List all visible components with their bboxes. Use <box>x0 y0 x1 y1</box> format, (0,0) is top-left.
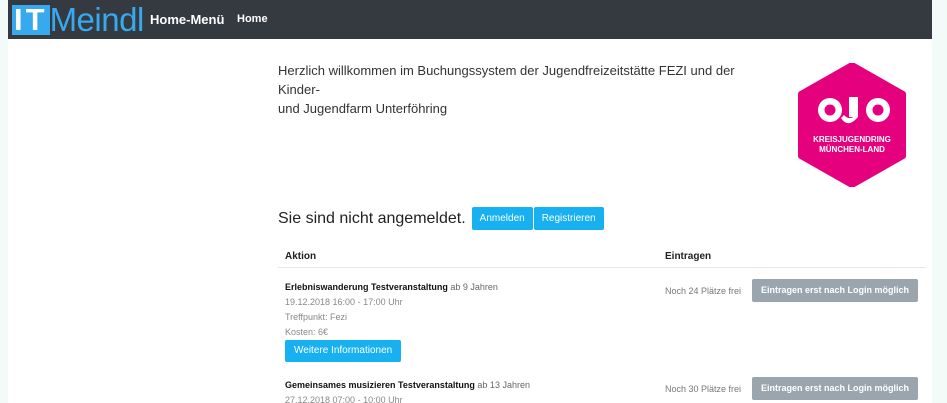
register-button[interactable]: Registrieren <box>533 207 604 230</box>
event-time: 27.12.2018 07:00 - 10:00 Uhr <box>285 395 403 403</box>
welcome-text: Herzlich willkommen im Buchungssystem de… <box>278 61 778 118</box>
signup-disabled-button[interactable]: Eintragen erst nach Login möglich <box>752 279 918 302</box>
login-status-text: Sie sind nicht angemeldet. <box>278 209 466 227</box>
welcome-line-1: Herzlich willkommen im Buchungssystem de… <box>278 63 735 97</box>
event-age: ab 13 Jahren <box>477 380 530 390</box>
welcome-line-2: und Jugendfarm Unterföhring <box>278 101 448 116</box>
logo-block: IT <box>12 1 50 37</box>
login-button[interactable]: Anmelden <box>471 207 533 230</box>
logo-text-line-2: MÜNCHEN-LAND <box>819 145 885 154</box>
column-header-action: Aktion <box>285 251 317 262</box>
nav-brand-home-menu[interactable]: Home-Menü <box>150 12 224 27</box>
more-info-button[interactable]: Weitere Informationen <box>285 340 402 362</box>
event-title: Gemeinsames musizieren Testveranstaltung… <box>285 380 530 390</box>
itmeindl-logo[interactable]: IT Meindl <box>12 3 144 36</box>
event-title: Erlebniswanderung Testveranstaltung ab 9… <box>285 282 498 292</box>
top-navbar: IT Meindl Home-Menü Home <box>8 0 932 39</box>
signup-disabled-button[interactable]: Eintragen erst nach Login möglich <box>752 377 918 400</box>
event-meeting-point: Treffpunkt: Fezi <box>285 312 348 322</box>
table-divider <box>278 267 926 268</box>
logo-word: Meindl <box>49 1 145 38</box>
kjr-ojo-logo: KREISJUGENDRING MÜNCHEN-LAND <box>798 63 906 187</box>
free-places: Noch 24 Plätze frei <box>665 286 742 296</box>
login-status: Sie sind nicht angemeldet. Anmelden Regi… <box>278 207 604 230</box>
event-cost: Kosten: 6€ <box>285 327 329 337</box>
event-age: ab 9 Jahren <box>450 282 498 292</box>
free-places: Noch 30 Plätze frei <box>665 384 742 394</box>
nav-link-home[interactable]: Home <box>237 13 268 25</box>
logo-text-line-1: KREISJUGENDRING <box>813 135 891 144</box>
event-time: 19.12.2018 16:00 - 17:00 Uhr <box>285 297 403 307</box>
event-name: Gemeinsames musizieren Testveranstaltung <box>285 380 475 390</box>
page: IT Meindl Home-Menü Home Herzlich willko… <box>8 0 932 403</box>
column-header-signup: Eintragen <box>665 251 712 262</box>
event-name: Erlebniswanderung Testveranstaltung <box>285 282 448 292</box>
